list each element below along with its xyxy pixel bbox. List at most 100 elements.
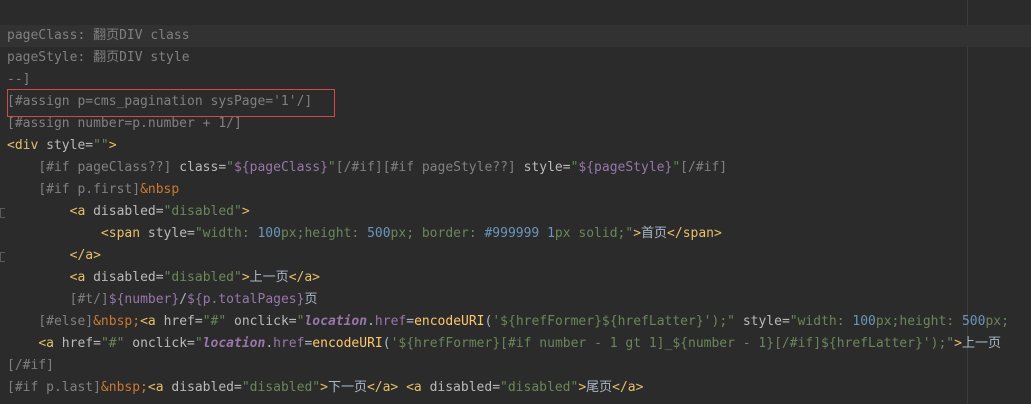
code-token: <div bbox=[7, 138, 47, 153]
code-token: > bbox=[108, 138, 117, 153]
code-line[interactable]: [#if p.first]&nbsp bbox=[0, 179, 1031, 201]
code-line[interactable]: <div style=""> bbox=[0, 135, 1031, 157]
code-token: '${hrefFormer}[#if number - 1 gt 1]_${nu… bbox=[390, 336, 931, 351]
code-line[interactable]: [#assign number=p.number + 1/] bbox=[0, 113, 1031, 135]
code-token: onclick= bbox=[234, 314, 297, 329]
code-token: > bbox=[578, 380, 587, 395]
code-line[interactable]: --] bbox=[0, 69, 1031, 91]
code-editor[interactable]: pageClass: 翻页DIV class pageStyle: 翻页DIV s… bbox=[0, 25, 1031, 399]
code-token: [#assign p=cms_pagination sysPage='1'/] bbox=[7, 94, 313, 109]
code-token: ${number} bbox=[108, 292, 180, 307]
code-token: > bbox=[954, 336, 962, 351]
code-token: location bbox=[304, 314, 368, 329]
code-token: . bbox=[367, 314, 375, 329]
code-token: ${p.totalPages} bbox=[187, 292, 305, 307]
code-token: ${pageStyle} bbox=[578, 160, 673, 175]
code-line[interactable]: [#t/]${number}/${p.totalPages}页 bbox=[0, 289, 1031, 311]
code-token: </span> bbox=[667, 226, 722, 241]
code-token: "#" bbox=[202, 314, 235, 329]
editor-top-strip bbox=[0, 0, 1031, 26]
code-token: href bbox=[374, 314, 407, 329]
code-token: style= bbox=[742, 314, 790, 329]
code-token: style= bbox=[147, 226, 195, 241]
code-token: ( bbox=[382, 336, 391, 351]
code-line[interactable]: pageClass: 翻页DIV class bbox=[0, 25, 1031, 47]
code-line[interactable]: [#if pageClass??] class="${pageClass}"[/… bbox=[0, 157, 1031, 179]
fold-marker-icon[interactable] bbox=[0, 252, 5, 262]
code-token: encodeURI bbox=[312, 336, 383, 351]
code-token: 上一页 bbox=[961, 336, 1001, 351]
code-token: <span bbox=[100, 226, 148, 241]
code-line[interactable]: [#assign p=cms_pagination sysPage='1'/] bbox=[0, 91, 1031, 113]
code-line[interactable]: <span style="width: 100px;height: 500px;… bbox=[0, 223, 1031, 245]
code-token: --] bbox=[7, 72, 31, 87]
code-token: "#" bbox=[100, 336, 133, 351]
code-token: class= bbox=[179, 160, 227, 175]
code-line[interactable]: </a> bbox=[0, 245, 1031, 267]
code-token: &nbsp bbox=[140, 182, 180, 197]
code-token: 100 bbox=[257, 226, 281, 241]
code-token: <a bbox=[140, 314, 164, 329]
code-token: [#if p.first] bbox=[38, 182, 141, 197]
code-token: = bbox=[406, 314, 415, 329]
code-token: px; border: bbox=[390, 226, 485, 241]
code-token: px solid;" bbox=[554, 226, 634, 241]
code-token: 上一页 bbox=[249, 270, 289, 285]
code-token: " bbox=[327, 160, 336, 175]
code-token: );" bbox=[930, 336, 955, 351]
code-line[interactable]: <a disabled="disabled"> bbox=[0, 201, 1031, 223]
code-token: "disabled" bbox=[163, 270, 242, 285]
code-line[interactable]: <a disabled="disabled">上一页</a> bbox=[0, 267, 1031, 289]
code-token: <a bbox=[38, 336, 62, 351]
code-token: </a> bbox=[366, 380, 407, 395]
code-token: 500 bbox=[961, 314, 986, 329]
code-token: location bbox=[202, 336, 266, 351]
code-token: </a> bbox=[612, 380, 644, 395]
code-token: [#if pageClass??] bbox=[38, 160, 180, 175]
code-line[interactable]: [#if p.last]&nbsp;<a disabled="disabled"… bbox=[0, 377, 1031, 399]
code-token: <a bbox=[147, 380, 172, 395]
code-token: encodeURI bbox=[414, 314, 485, 329]
code-token: 尾页 bbox=[586, 380, 613, 395]
code-token: '${hrefFormer}${hrefLatter}' bbox=[492, 314, 712, 329]
code-token: [/#if] bbox=[7, 358, 54, 373]
code-token: href= bbox=[61, 336, 101, 351]
code-token: #999999 1 bbox=[484, 226, 555, 241]
code-token: "width: bbox=[789, 314, 853, 329]
code-token: 100 bbox=[852, 314, 876, 329]
code-token: > bbox=[241, 204, 250, 219]
code-token: onclick= bbox=[132, 336, 195, 351]
code-line[interactable]: pageStyle: 翻页DIV style bbox=[0, 47, 1031, 69]
code-line[interactable]: [/#if] bbox=[0, 355, 1031, 377]
code-token: [#if p.last] bbox=[7, 380, 101, 395]
code-token: disabled= bbox=[93, 270, 164, 285]
code-token: > bbox=[320, 380, 328, 395]
code-token: 下一页 bbox=[327, 380, 367, 395]
code-token: ${pageClass} bbox=[234, 160, 328, 175]
code-token: disabled= bbox=[171, 380, 242, 395]
code-token: disabled= bbox=[429, 380, 501, 395]
code-token: " bbox=[194, 336, 203, 351]
code-token: [#else] bbox=[38, 314, 94, 329]
fold-marker-icon[interactable] bbox=[0, 208, 5, 218]
code-token: </a> bbox=[69, 248, 101, 263]
code-line[interactable]: [#else]&nbsp;<a href="#" onclick="locati… bbox=[0, 311, 1031, 333]
code-token: <a bbox=[406, 380, 430, 395]
code-token: <a bbox=[69, 270, 94, 285]
code-token: &nbsp; bbox=[93, 314, 141, 329]
code-token: "disabled" bbox=[500, 380, 579, 395]
code-token: "disabled" bbox=[241, 380, 321, 395]
code-token: 500 bbox=[367, 226, 391, 241]
code-token: <a bbox=[69, 204, 94, 219]
code-line[interactable]: <a href="#" onclick="location.href=encod… bbox=[0, 333, 1031, 355]
code-token: </a> bbox=[288, 270, 320, 285]
